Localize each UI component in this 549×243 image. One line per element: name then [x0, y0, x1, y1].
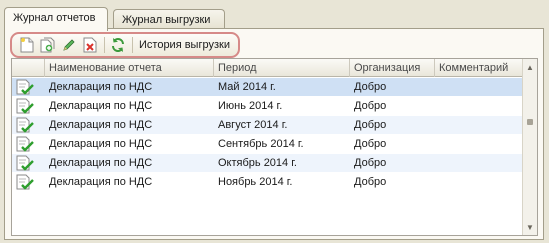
- column-header-period[interactable]: Период: [214, 59, 350, 77]
- table-row[interactable]: Декларация по НДС Ноябрь 2014 г. Добро: [12, 173, 522, 192]
- row-icon: [12, 78, 45, 97]
- refresh-button[interactable]: [108, 35, 128, 55]
- table-body: Декларация по НДС Май 2014 г. Добро Декл…: [12, 78, 522, 192]
- delete-icon: [83, 37, 97, 53]
- tab-upload-journal[interactable]: Журнал выгрузки: [113, 9, 225, 29]
- document-checkmark-icon: [16, 155, 34, 171]
- cell-period: Июнь 2014 г.: [218, 100, 283, 112]
- cell-comment: [435, 97, 522, 116]
- row-icon: [12, 154, 45, 173]
- edit-pencil-icon: [63, 39, 75, 51]
- table-row[interactable]: Декларация по НДС Сентябрь 2014 г. Добро: [12, 135, 522, 154]
- document-checkmark-icon: [16, 98, 34, 114]
- cell-comment: [435, 78, 522, 97]
- scroll-down-arrow-icon[interactable]: ▼: [523, 220, 537, 234]
- refresh-icon: [112, 38, 124, 52]
- document-checkmark-icon: [16, 174, 34, 190]
- column-header-report-name[interactable]: Наименование отчета: [45, 59, 214, 77]
- cell-report-name: Декларация по НДС: [49, 119, 153, 131]
- cell-comment: [435, 116, 522, 135]
- cell-organization: Добро: [354, 138, 387, 150]
- column-header-comment[interactable]: Комментарий: [435, 59, 522, 77]
- new-button[interactable]: [17, 35, 37, 55]
- column-header-icon[interactable]: [12, 59, 45, 77]
- cell-report-name: Декларация по НДС: [49, 81, 153, 93]
- cell-period: Май 2014 г.: [218, 81, 276, 93]
- table-row[interactable]: Декларация по НДС Октябрь 2014 г. Добро: [12, 154, 522, 173]
- copy-document-icon: [40, 37, 55, 53]
- cell-comment: [435, 154, 522, 173]
- scroll-thumb[interactable]: [527, 119, 533, 125]
- delete-button[interactable]: [80, 35, 100, 55]
- cell-period: Ноябрь 2014 г.: [218, 176, 293, 188]
- cell-organization: Добро: [354, 157, 387, 169]
- tab-report-journal[interactable]: Журнал отчетов: [4, 7, 108, 31]
- cell-report-name: Декларация по НДС: [49, 157, 153, 169]
- upload-history-button[interactable]: История выгрузки: [139, 39, 230, 51]
- document-checkmark-icon: [16, 117, 34, 133]
- table-row[interactable]: Декларация по НДС Июнь 2014 г. Добро: [12, 97, 522, 116]
- reports-table: Наименование отчета Период Организация К…: [11, 58, 538, 236]
- row-icon: [12, 135, 45, 154]
- toolbar-separator: [132, 37, 133, 53]
- cell-organization: Добро: [354, 100, 387, 112]
- cell-organization: Добро: [354, 176, 387, 188]
- vertical-scrollbar[interactable]: ▲ ▼: [522, 59, 537, 235]
- table-row[interactable]: Декларация по НДС Май 2014 г. Добро: [12, 78, 522, 97]
- scroll-up-arrow-icon[interactable]: ▲: [523, 60, 537, 74]
- toolbar: История выгрузки: [10, 32, 240, 58]
- new-document-icon: [20, 37, 34, 53]
- cell-organization: Добро: [354, 119, 387, 131]
- row-icon: [12, 97, 45, 116]
- cell-comment: [435, 173, 522, 192]
- cell-organization: Добро: [354, 81, 387, 93]
- cell-period: Август 2014 г.: [218, 119, 288, 131]
- column-header-organization[interactable]: Организация: [350, 59, 435, 77]
- cell-period: Сентябрь 2014 г.: [218, 138, 304, 150]
- row-icon: [12, 116, 45, 135]
- document-checkmark-icon: [16, 79, 34, 95]
- report-journal-panel: История выгрузки Наименование отчета Пер…: [4, 28, 544, 240]
- row-icon: [12, 173, 45, 192]
- copy-button[interactable]: [38, 35, 58, 55]
- cell-period: Октябрь 2014 г.: [218, 157, 297, 169]
- table-header: Наименование отчета Период Организация К…: [12, 59, 522, 77]
- cell-report-name: Декларация по НДС: [49, 100, 153, 112]
- document-checkmark-icon: [16, 136, 34, 152]
- edit-button[interactable]: [59, 35, 79, 55]
- cell-comment: [435, 135, 522, 154]
- cell-report-name: Декларация по НДС: [49, 176, 153, 188]
- toolbar-separator: [104, 37, 105, 53]
- cell-report-name: Декларация по НДС: [49, 138, 153, 150]
- table-row[interactable]: Декларация по НДС Август 2014 г. Добро: [12, 116, 522, 135]
